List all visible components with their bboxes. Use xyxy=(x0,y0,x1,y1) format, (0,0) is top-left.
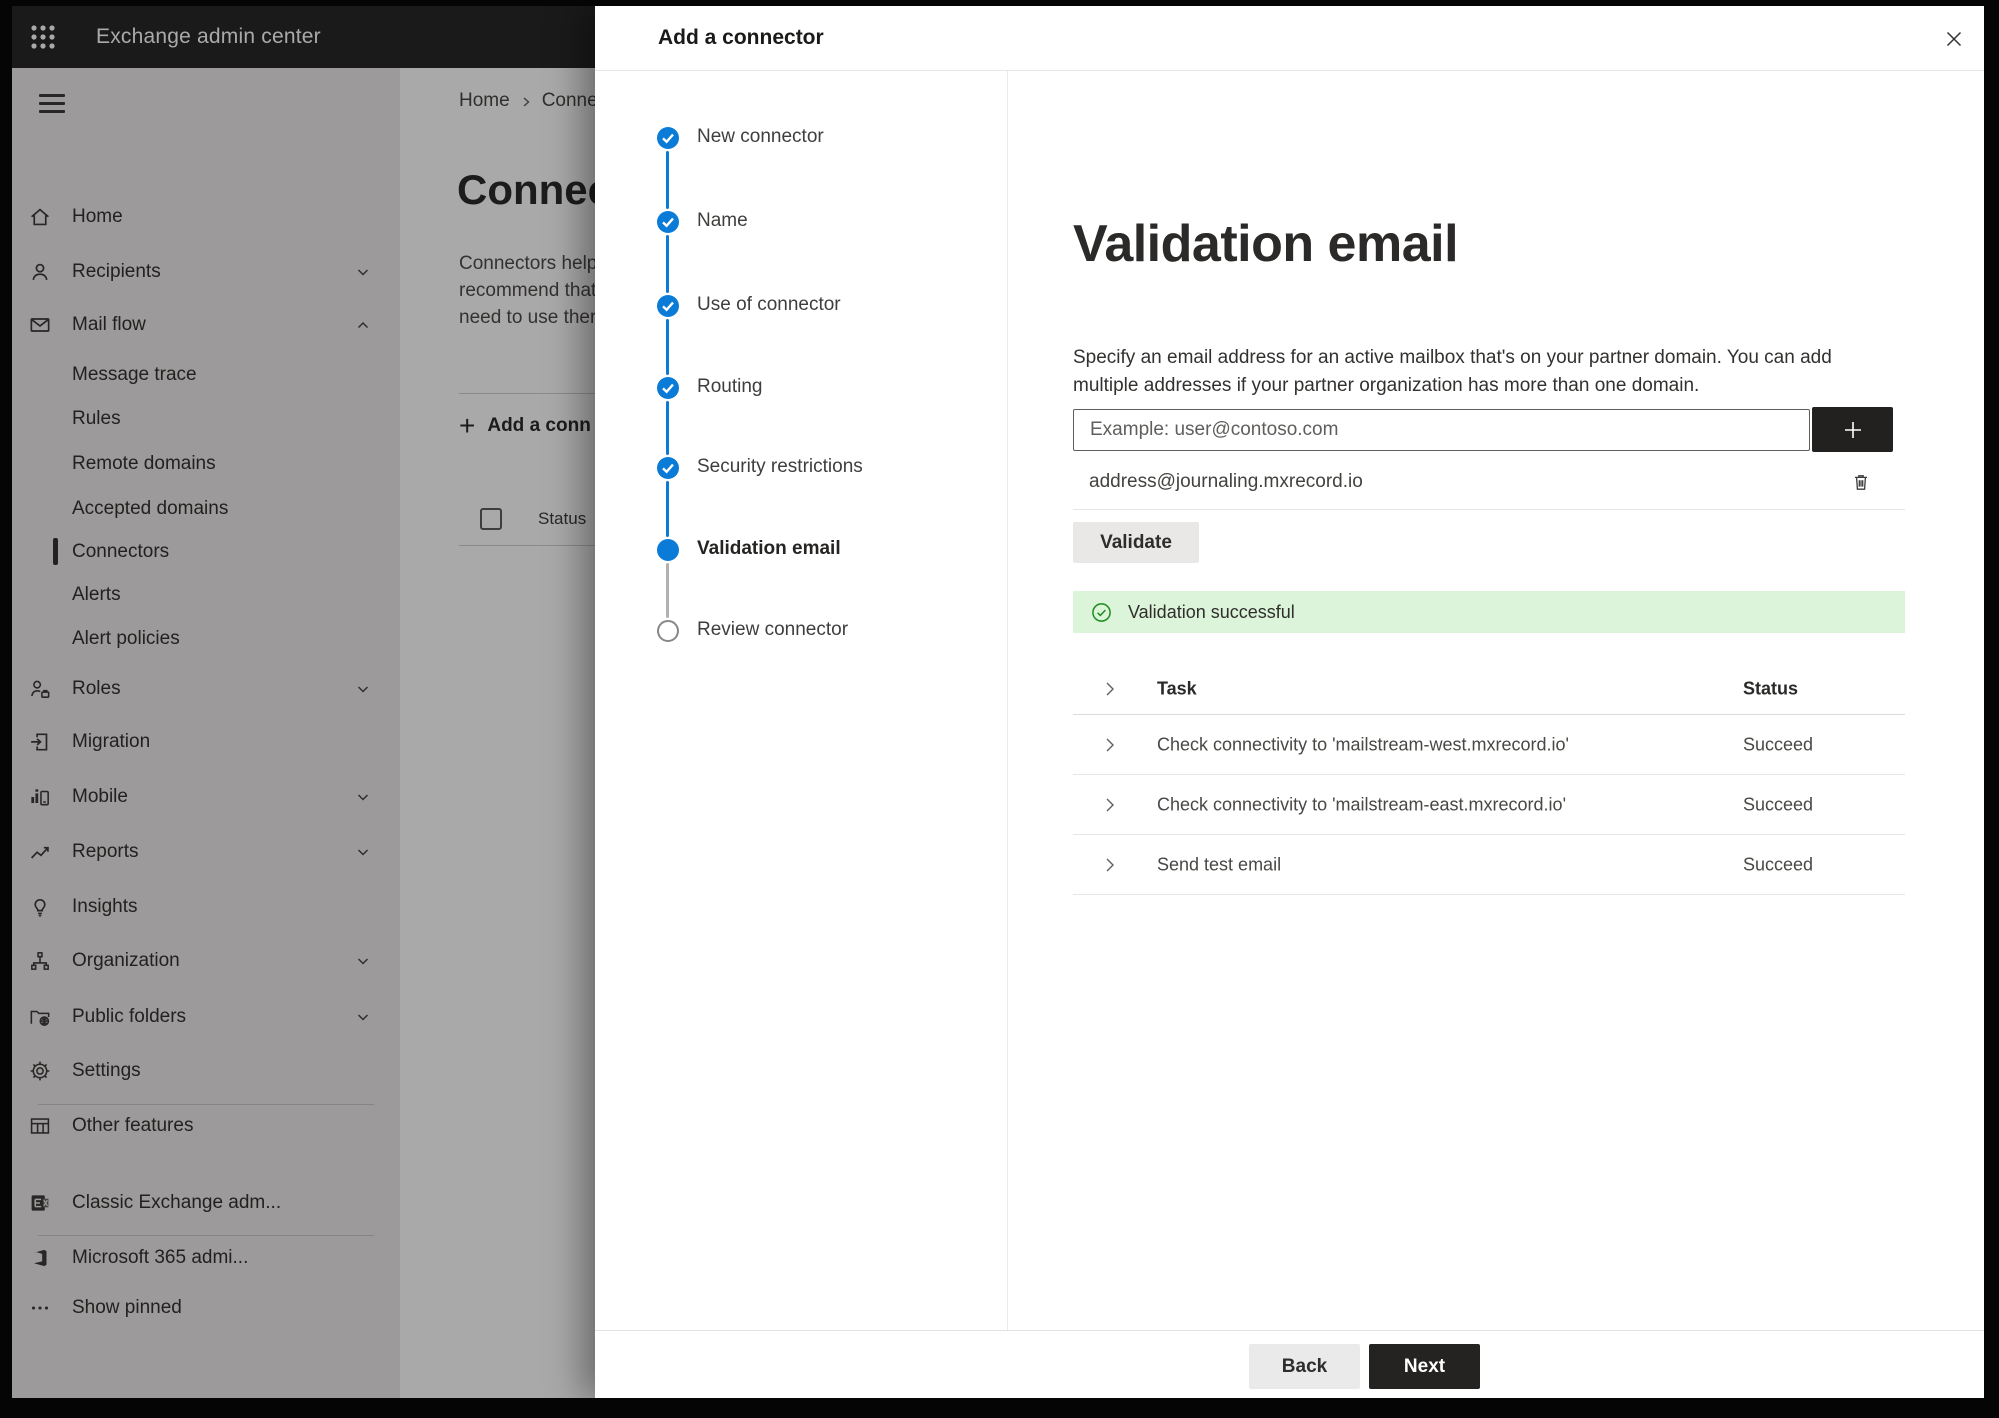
success-check-icon xyxy=(1091,602,1112,623)
expand-all-chevron[interactable] xyxy=(1101,680,1119,698)
step-connector-line xyxy=(666,151,669,209)
step-heading: Validation email xyxy=(1073,214,1459,273)
chevron-right-icon xyxy=(1106,858,1114,871)
status-cell: Succeed xyxy=(1743,794,1814,814)
banner-text: Validation successful xyxy=(1128,601,1295,622)
result-row: Send test email Succeed xyxy=(1073,835,1905,895)
plus-icon xyxy=(1844,421,1861,438)
task-cell: Check connectivity to 'mailstream-west.m… xyxy=(1157,734,1569,754)
validate-button[interactable]: Validate xyxy=(1073,522,1199,563)
step-completed-icon xyxy=(657,211,679,233)
expand-row-chevron[interactable] xyxy=(1101,856,1119,874)
delete-address-button[interactable] xyxy=(1849,469,1877,497)
dialog-header: Add a connector xyxy=(595,6,1984,71)
step-upcoming-icon xyxy=(657,620,679,642)
back-button[interactable]: Back xyxy=(1249,1344,1360,1389)
next-button[interactable]: Next xyxy=(1369,1344,1480,1389)
task-column-header: Task xyxy=(1157,678,1197,699)
step-connector-line xyxy=(666,235,669,293)
trash-icon xyxy=(1855,475,1867,490)
add-address-button[interactable] xyxy=(1812,407,1893,452)
step-connector-line xyxy=(666,319,669,375)
task-cell: Send test email xyxy=(1157,854,1282,874)
step-current-icon xyxy=(657,539,679,561)
dialog-title: Add a connector xyxy=(658,26,824,49)
close-icon xyxy=(1946,31,1962,47)
step-completed-icon xyxy=(657,295,679,317)
step-completed-icon xyxy=(657,457,679,479)
results-table-header: Task Status xyxy=(1073,664,1905,715)
wizard-steps: New connector Name Use of connector Rout… xyxy=(595,71,1008,1330)
email-address-input[interactable] xyxy=(1073,409,1810,451)
chevron-right-icon xyxy=(1106,682,1114,696)
close-button[interactable] xyxy=(1938,23,1970,55)
step-completed-icon xyxy=(657,127,679,149)
step-description: Specify an email address for an active m… xyxy=(1073,347,1832,396)
chevron-right-icon xyxy=(1106,798,1114,811)
chevron-right-icon xyxy=(1106,738,1114,751)
result-row: Check connectivity to 'mailstream-west.m… xyxy=(1073,715,1905,775)
step-completed-icon xyxy=(657,377,679,399)
expand-row-chevron[interactable] xyxy=(1101,736,1119,754)
validation-success-banner: Validation successful xyxy=(1073,591,1905,633)
expand-row-chevron[interactable] xyxy=(1101,796,1119,814)
status-column-header: Status xyxy=(1743,678,1799,699)
address-value: address@journaling.mxrecord.io xyxy=(1089,471,1363,492)
step-connector-line xyxy=(666,401,669,455)
add-connector-dialog: Add a connector New connector Name Use o… xyxy=(595,6,1984,1398)
task-cell: Check connectivity to 'mailstream-east.m… xyxy=(1157,794,1567,814)
status-cell: Succeed xyxy=(1743,854,1814,874)
screenshot-frame: Exchange admin center Home Recipients Ma… xyxy=(0,0,1999,1418)
result-row: Check connectivity to 'mailstream-east.m… xyxy=(1073,775,1905,835)
dialog-body: New connector Name Use of connector Rout… xyxy=(595,71,1984,1330)
dialog-footer: Back Next xyxy=(595,1330,1984,1398)
status-cell: Succeed xyxy=(1743,734,1814,754)
step-connector-line xyxy=(666,481,669,537)
exchange-admin-center-window: Exchange admin center Home Recipients Ma… xyxy=(12,6,1984,1398)
address-list-item: address@journaling.mxrecord.io xyxy=(1073,455,1905,510)
step-connector-line xyxy=(666,563,669,618)
